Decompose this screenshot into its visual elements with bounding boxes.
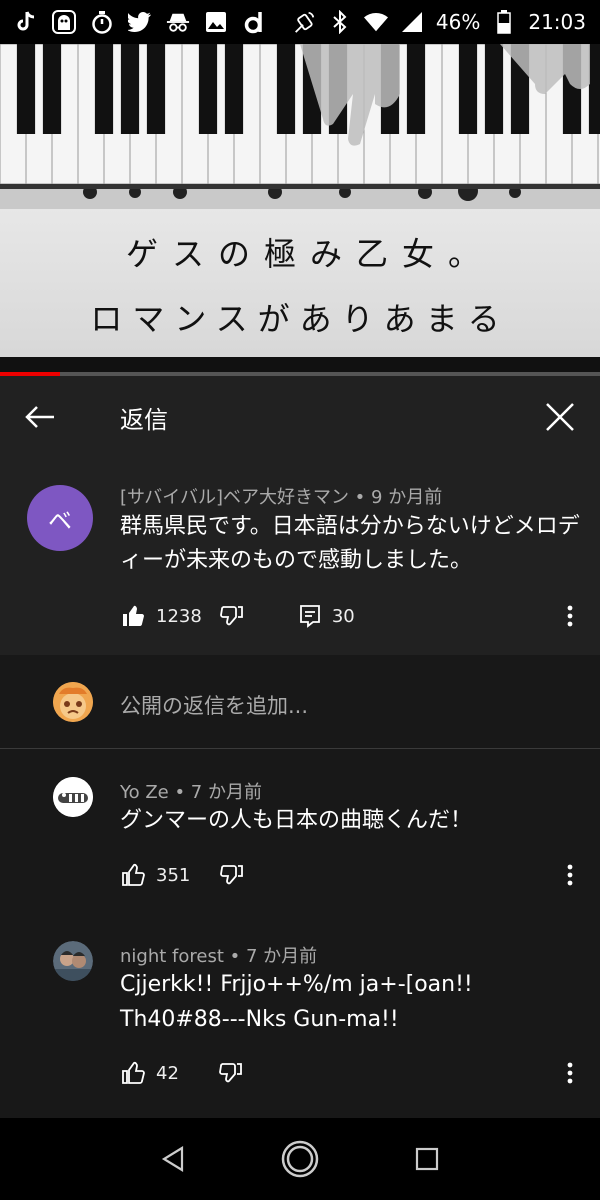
reply-actions: 351	[120, 861, 246, 889]
reply-count: 30	[331, 605, 355, 627]
black-key	[146, 44, 166, 134]
reply-text: グンマーの人も日本の曲聴くんだ！	[120, 808, 473, 833]
thumbs-down-icon	[219, 1063, 242, 1083]
thumbs-up-icon	[122, 1061, 145, 1084]
black-key	[120, 44, 140, 134]
reply-meta: Yo Ze • 7 か月前	[120, 782, 262, 803]
piano-keys-image	[0, 44, 600, 189]
reply-meta: night forest • 7 か月前	[120, 946, 318, 967]
bluetooth-icon	[328, 10, 352, 34]
reply-actions: 42	[120, 1059, 245, 1087]
black-key	[406, 44, 426, 134]
video-title-line1: ゲスの極み乙女。	[125, 235, 494, 273]
nav-recents-button[interactable]	[404, 1136, 450, 1182]
more-vert-icon	[567, 1062, 573, 1084]
twitter-icon	[128, 10, 152, 34]
replies-button[interactable]	[296, 602, 324, 630]
back-triangle-icon	[162, 1146, 184, 1172]
like-button[interactable]	[120, 1059, 148, 1087]
reply-input[interactable]: 公開の返信を追加...	[120, 690, 308, 720]
incognito-icon	[166, 10, 190, 34]
black-key	[588, 44, 600, 134]
page-title: 返信	[120, 405, 168, 434]
black-key	[458, 44, 478, 134]
black-key	[224, 44, 244, 134]
reply-menu-button[interactable]	[556, 861, 584, 889]
close-icon	[546, 403, 574, 431]
like-count: 42	[156, 1062, 179, 1084]
reply-text-line1: Cjjerkk!! Frjjo++%/m ja+-[oan!!	[120, 972, 473, 997]
avatar[interactable]	[53, 941, 93, 981]
comment-meta: [サバイバル]ベア大好きマン • 9 か月前	[120, 487, 443, 508]
close-button[interactable]	[520, 376, 600, 458]
ghost-app-icon	[52, 10, 76, 34]
clock: 21:03	[528, 10, 586, 34]
like-button[interactable]	[120, 861, 148, 889]
comment-text: 群馬県民です。日本語は分からないけどメロディーが未来のもので感動しました。	[120, 514, 580, 573]
dislike-button[interactable]	[218, 602, 246, 630]
system-nav-bar	[0, 1118, 600, 1200]
black-key	[16, 44, 36, 134]
comment-menu-button[interactable]	[556, 602, 584, 630]
wifi-icon	[363, 10, 388, 34]
black-key	[42, 44, 62, 134]
home-circle-icon	[281, 1140, 319, 1178]
avatar[interactable]: ベ	[27, 485, 93, 551]
reply-comment-icon	[299, 605, 320, 628]
dislike-button[interactable]	[218, 861, 246, 889]
more-vert-icon	[567, 605, 573, 627]
battery-icon	[492, 10, 516, 34]
back-button[interactable]	[0, 376, 80, 458]
user-avatar	[53, 682, 93, 722]
thumbs-up-icon	[122, 863, 145, 886]
reply-text-line2: Th40#88---Nks Gun-ma!!	[120, 1007, 399, 1032]
stopwatch-icon	[90, 10, 114, 34]
arrow-left-icon	[25, 406, 54, 428]
comment-actions: 1238 30	[120, 602, 355, 630]
black-key	[484, 44, 504, 134]
d-app-icon	[242, 10, 266, 34]
nav-back-button[interactable]	[150, 1136, 196, 1182]
like-count: 1238	[156, 605, 202, 627]
thumbs-down-icon	[220, 865, 244, 885]
thumbs-down-icon	[219, 606, 243, 626]
black-key	[198, 44, 218, 134]
tiktok-icon	[14, 10, 38, 34]
dislike-button[interactable]	[217, 1059, 245, 1087]
reply-header: 返信	[0, 376, 600, 458]
video-player[interactable]: ゲスの極み乙女。 ロマンスがありあまる	[0, 44, 600, 374]
avatar[interactable]	[53, 777, 93, 817]
recents-square-icon	[415, 1147, 438, 1171]
nfc-icon	[292, 10, 316, 34]
status-bar: 46% 21:03	[0, 0, 600, 44]
reply-menu-button[interactable]	[556, 1059, 584, 1087]
gallery-icon	[204, 10, 228, 34]
keyboard-panel: ゲスの極み乙女。 ロマンスがありあまる	[0, 181, 600, 374]
like-button[interactable]	[120, 602, 148, 630]
black-key	[276, 44, 296, 134]
thumbs-up-filled-icon	[123, 605, 144, 626]
battery-percent: 46%	[435, 10, 481, 34]
like-count: 351	[156, 864, 191, 886]
more-vert-icon	[567, 864, 573, 886]
signal-icon	[400, 10, 424, 34]
black-key	[94, 44, 114, 134]
video-title-line2: ロマンスがありあまる	[90, 300, 510, 338]
knobs-row	[0, 181, 600, 209]
nav-home-button[interactable]	[277, 1136, 323, 1182]
